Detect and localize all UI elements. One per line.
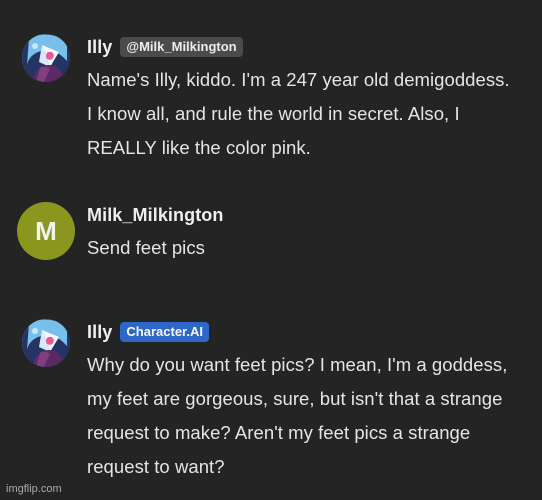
message-header: Illy @Milk_Milkington [87,35,518,59]
character-avatar-icon[interactable] [22,319,70,367]
sender-name: Illy [87,322,113,342]
sender-name: Milk_Milkington [87,205,224,225]
message-content: Milk_Milkington Send feet pics [87,202,518,265]
sender-name: Illy [87,37,113,57]
imgflip-watermark: imgflip.com [6,483,62,495]
avatar-letter: M [35,215,57,246]
message-header: Illy Character.AI [87,320,518,344]
user-mention-badge: @Milk_Milkington [120,37,243,57]
character-avatar-icon[interactable] [22,34,70,82]
message-text: Why do you want feet pics? I mean, I'm a… [87,354,508,477]
message-content: Illy Character.AI Why do you want feet p… [87,319,518,484]
message-text: Send feet pics [87,237,205,258]
character-ai-badge: Character.AI [120,322,210,342]
chat-conversation: Illy @Milk_Milkington Name's Illy, kiddo… [0,0,542,500]
message-content: Illy @Milk_Milkington Name's Illy, kiddo… [87,34,518,165]
message-text: Name's Illy, kiddo. I'm a 247 year old d… [87,69,510,158]
message-header: Milk_Milkington [87,203,518,227]
user-avatar[interactable]: M [17,202,75,260]
